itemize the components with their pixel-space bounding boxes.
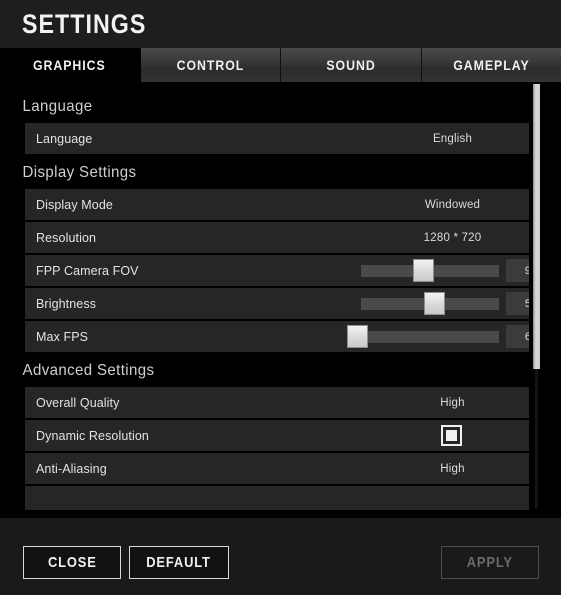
setting-row-anti-aliasing[interactable]: Anti-Aliasing High: [25, 453, 529, 484]
checkbox-check-icon: [446, 430, 457, 441]
setting-row-fpp-camera-fov[interactable]: FPP Camera FOV 90: [25, 255, 529, 286]
setting-row-overall-quality[interactable]: Overall Quality High: [25, 387, 529, 418]
slider-handle[interactable]: [413, 259, 435, 282]
setting-row-label: Display Mode: [36, 197, 113, 212]
tab-sound[interactable]: SOUND: [281, 48, 422, 82]
setting-row-brightness[interactable]: Brightness 50: [25, 288, 529, 319]
footer-bar: CLOSE DEFAULT APPLY: [0, 518, 561, 595]
setting-row-label: Max FPS: [36, 329, 89, 344]
setting-row-value: Windowed: [424, 198, 481, 211]
default-button-label: DEFAULT: [146, 554, 212, 571]
section-title: Display Settings: [22, 164, 137, 181]
section-title: Language: [22, 98, 93, 115]
setting-row-max-fps[interactable]: Max FPS 60: [25, 321, 529, 352]
setting-row-label: Dynamic Resolution: [36, 428, 149, 443]
slider-track[interactable]: [361, 259, 499, 282]
window-header: SETTINGS: [0, 0, 561, 48]
setting-row-row[interactable]: [25, 486, 529, 510]
tab-gameplay[interactable]: GAMEPLAY: [421, 48, 561, 82]
setting-row-label: Anti-Aliasing: [36, 461, 107, 476]
settings-window: SETTINGS GRAPHICS CONTROL SOUND GAMEPLAY La…: [0, 0, 561, 595]
close-button-label: CLOSE: [47, 554, 97, 571]
setting-row-label: Brightness: [36, 296, 97, 311]
apply-button-label: APPLY: [466, 554, 514, 571]
setting-row-value: English: [432, 132, 473, 145]
tab-graphics[interactable]: GRAPHICS: [0, 48, 141, 82]
slider-fpp-camera-fov[interactable]: [361, 255, 499, 286]
slider-value-box: 50: [506, 292, 529, 315]
setting-row-value: High: [440, 462, 465, 475]
tab-label: GRAPHICS: [33, 57, 107, 73]
settings-scroll-area: Language Language English Display Settings D…: [0, 82, 529, 510]
slider-track[interactable]: [346, 325, 499, 348]
setting-row-label: Overall Quality: [36, 395, 120, 410]
slider-value-box: 60: [506, 325, 529, 348]
section-title: Advanced Settings: [22, 362, 155, 379]
checkbox-dynamic-resolution[interactable]: [441, 425, 462, 446]
slider-handle[interactable]: [346, 325, 368, 348]
page-title: SETTINGS: [22, 8, 147, 39]
setting-row-resolution[interactable]: Resolution 1280 * 720: [25, 222, 529, 253]
close-button[interactable]: CLOSE: [23, 546, 121, 579]
slider-track[interactable]: [361, 292, 499, 315]
setting-row-language[interactable]: Language English: [25, 123, 529, 154]
default-button[interactable]: DEFAULT: [129, 546, 229, 579]
slider-max-fps[interactable]: [346, 321, 499, 352]
settings-body: Language Language English Display Settings D…: [0, 82, 561, 518]
tab-label: GAMEPLAY: [453, 57, 530, 73]
setting-row-label: Language: [36, 131, 93, 146]
setting-row-value: High: [440, 396, 465, 409]
slider-value-box: 90: [506, 259, 529, 282]
tab-bar: GRAPHICS CONTROL SOUND GAMEPLAY: [0, 48, 561, 82]
tab-label: CONTROL: [176, 57, 245, 73]
tab-label: SOUND: [326, 57, 376, 73]
slider-brightness[interactable]: [361, 288, 499, 319]
scrollbar-thumb[interactable]: [533, 84, 540, 369]
setting-row-value: 1280 * 720: [423, 231, 482, 244]
tab-control[interactable]: CONTROL: [140, 48, 281, 82]
setting-row-label: FPP Camera FOV: [36, 263, 139, 278]
slider-handle[interactable]: [424, 292, 446, 315]
setting-row-dynamic-resolution[interactable]: Dynamic Resolution: [25, 420, 529, 451]
setting-row-label: Resolution: [36, 230, 97, 245]
apply-button: APPLY: [441, 546, 539, 579]
setting-row-display-mode[interactable]: Display Mode Windowed: [25, 189, 529, 220]
